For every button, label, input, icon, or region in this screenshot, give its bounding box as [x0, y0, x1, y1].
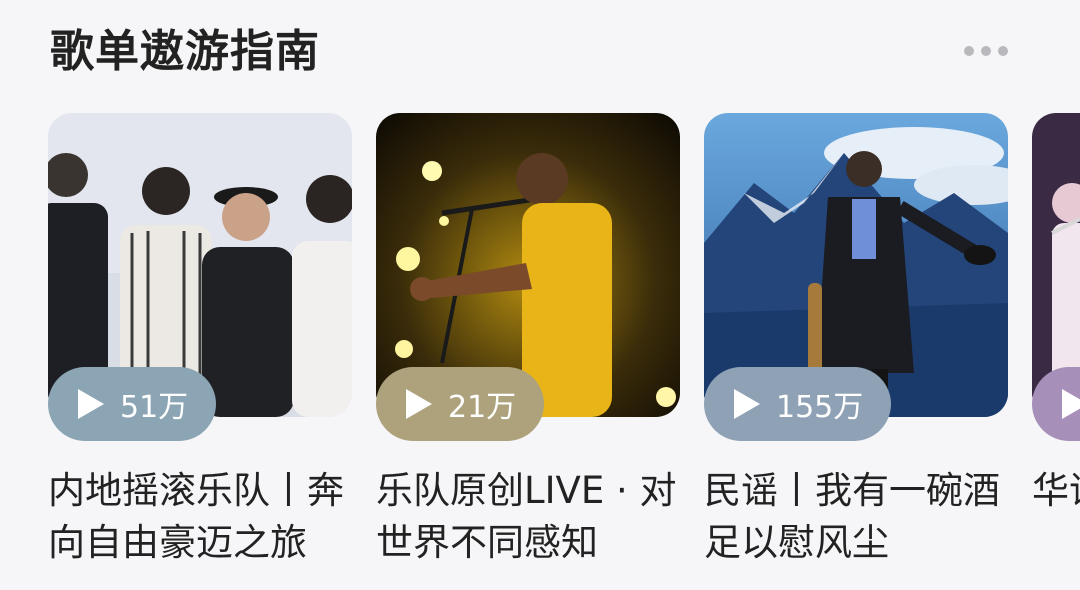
play-icon	[1062, 389, 1080, 419]
playlist-title[interactable]: 乐队原创LIVE · 对世界不同感知	[376, 465, 680, 569]
playlist-card[interactable]: 155万 民谣丨我有一碗酒足以慰风尘	[704, 113, 1008, 573]
more-dots-icon	[964, 46, 974, 56]
playlist-title[interactable]: 华语着	[1032, 465, 1080, 517]
more-button[interactable]	[956, 34, 1016, 68]
playlist-title[interactable]: 民谣丨我有一碗酒足以慰风尘	[704, 465, 1008, 569]
section-title: 歌单遨游指南	[50, 26, 320, 77]
playlist-title[interactable]: 内地摇滚乐队丨奔向自由豪迈之旅	[48, 465, 352, 569]
playlist-section: 歌单遨游指南 51万 内地摇滚乐队丨奔向自由豪迈之旅 21万 乐队原创LIVE …	[0, 0, 1080, 590]
play-count-badge[interactable]: 51万	[48, 367, 217, 441]
play-count: 155万	[776, 390, 864, 425]
playlist-card[interactable]: 华语着	[1032, 113, 1080, 573]
play-count: 51万	[120, 390, 189, 425]
play-count-badge[interactable]: 21万	[376, 367, 545, 441]
play-icon	[78, 389, 104, 419]
more-dots-icon	[981, 46, 991, 56]
playlist-card[interactable]: 21万 乐队原创LIVE · 对世界不同感知	[376, 113, 680, 573]
playlist-card[interactable]: 51万 内地摇滚乐队丨奔向自由豪迈之旅	[48, 113, 352, 573]
play-icon	[734, 389, 760, 419]
play-count-badge[interactable]: 155万	[704, 367, 892, 441]
play-icon	[406, 389, 432, 419]
play-count: 21万	[448, 390, 517, 425]
more-dots-icon	[998, 46, 1008, 56]
